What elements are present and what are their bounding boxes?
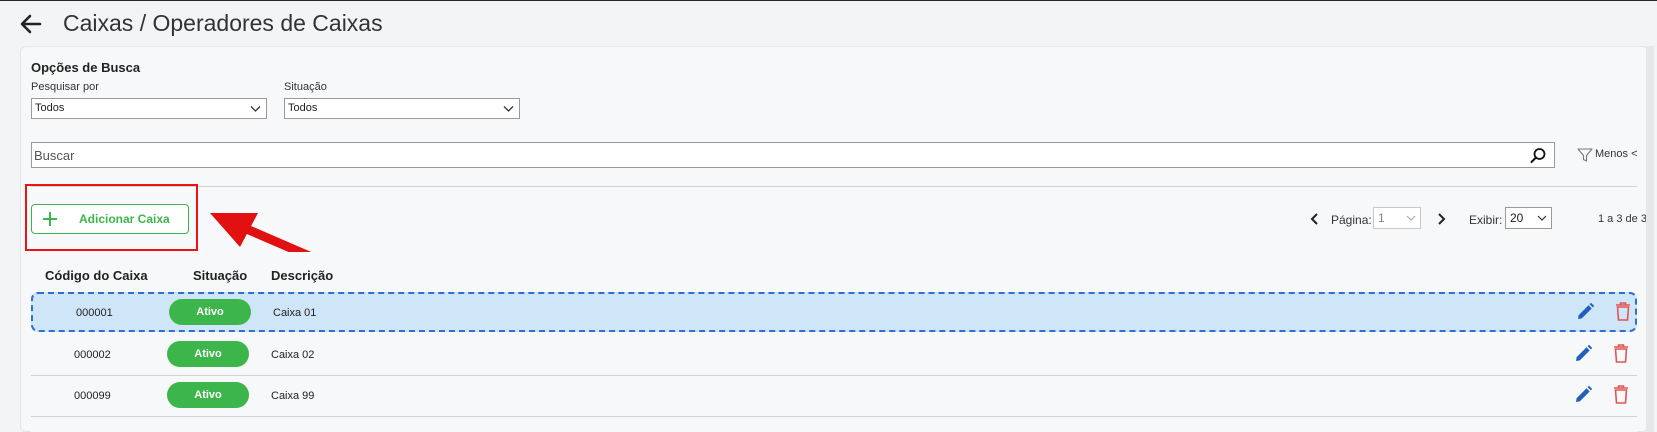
status-badge: Ativo: [167, 341, 249, 367]
show-label: Exibir:: [1469, 213, 1503, 227]
page-header: Caixas / Operadores de Caixas: [0, 0, 1657, 46]
pesquisar-por-label: Pesquisar por: [31, 81, 99, 93]
chevron-left-icon[interactable]: [1309, 212, 1321, 226]
page-size-value: 20: [1510, 211, 1524, 225]
table-row[interactable]: 000002 Ativo Caixa 02: [31, 336, 1637, 376]
status-badge: Ativo: [167, 382, 249, 408]
filter-toggle-link[interactable]: Menos <: [1595, 148, 1638, 160]
row-description: Caixa 02: [271, 349, 315, 361]
situacao-value: Todos: [288, 102, 318, 114]
back-arrow-icon[interactable]: [18, 11, 44, 37]
column-header-descricao[interactable]: Descrição: [271, 268, 333, 283]
search-box: [31, 142, 1555, 168]
chevron-right-icon[interactable]: [1435, 212, 1447, 226]
page-title: Caixas / Operadores de Caixas: [63, 10, 383, 36]
callout-highlight-box: [25, 184, 198, 251]
search-input[interactable]: [34, 146, 1514, 164]
chevron-down-icon: [1406, 215, 1416, 221]
search-options-title: Opções de Busca: [31, 60, 141, 75]
table-row[interactable]: 000001 Ativo Caixa 01: [31, 292, 1637, 332]
situacao-label: Situação: [284, 81, 327, 93]
page-value: 1: [1378, 211, 1385, 225]
search-icon[interactable]: [1530, 147, 1547, 164]
pencil-icon[interactable]: [1575, 302, 1595, 322]
chevron-down-icon: [503, 106, 514, 112]
column-header-codigo[interactable]: Código do Caixa: [45, 268, 148, 283]
trash-icon[interactable]: [1612, 384, 1630, 404]
row-code: 000002: [74, 349, 111, 361]
chevron-down-icon: [250, 106, 261, 112]
range-text: 1 a 3 de 3: [1598, 213, 1647, 225]
status-badge: Ativo: [169, 299, 251, 325]
row-code: 000099: [74, 390, 111, 402]
divider: [31, 186, 1637, 187]
vertical-scrollbar[interactable]: [1646, 46, 1654, 432]
page-label: Página:: [1331, 213, 1372, 227]
pesquisar-por-select[interactable]: Todos: [31, 98, 267, 119]
table-row[interactable]: 000099 Ativo Caixa 99: [31, 377, 1637, 417]
pencil-icon[interactable]: [1573, 344, 1593, 364]
pencil-icon[interactable]: [1573, 385, 1593, 405]
row-description: Caixa 99: [271, 390, 315, 402]
chevron-down-icon: [1537, 215, 1547, 221]
filter-icon[interactable]: [1577, 147, 1593, 163]
page-select[interactable]: 1: [1373, 207, 1421, 229]
situacao-select[interactable]: Todos: [284, 98, 520, 119]
pesquisar-por-value: Todos: [35, 102, 65, 114]
row-description: Caixa 01: [273, 307, 317, 319]
trash-icon[interactable]: [1614, 301, 1632, 321]
page-size-select[interactable]: 20: [1505, 207, 1552, 229]
trash-icon[interactable]: [1612, 343, 1630, 363]
row-code: 000001: [76, 307, 113, 319]
column-header-situacao[interactable]: Situação: [193, 268, 247, 283]
